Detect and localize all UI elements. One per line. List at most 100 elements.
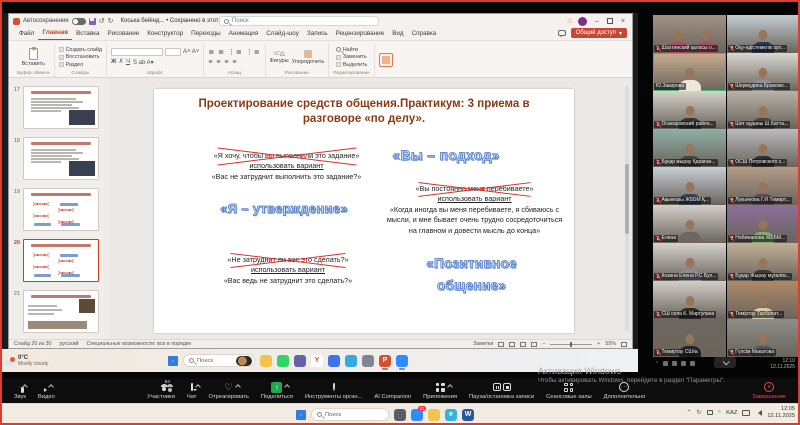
select-button[interactable]: Выделить bbox=[336, 62, 367, 68]
redo-icon[interactable]: ↻ bbox=[108, 18, 114, 25]
taskbar-app-icon[interactable]: P bbox=[379, 355, 391, 367]
taskbar-app-icon[interactable] bbox=[362, 355, 374, 367]
participant-tile[interactable]: Бұқар Жырау мұғалім... bbox=[727, 243, 800, 281]
accessibility-status[interactable]: Специальные возможности: все в порядке bbox=[87, 341, 192, 347]
collapse-gallery-button[interactable] bbox=[714, 357, 736, 368]
taskbar-app-icon[interactable] bbox=[277, 355, 289, 367]
participant-tile[interactable]: Осакаровский район... bbox=[653, 91, 726, 129]
font-grow-shrink-icons[interactable]: A˄ A˅ bbox=[183, 49, 199, 55]
taskbar-app-icon[interactable] bbox=[396, 355, 408, 367]
reading-view-icon[interactable] bbox=[520, 342, 526, 347]
zoom-people-button[interactable]: 64Участники bbox=[141, 378, 181, 403]
start-button[interactable] bbox=[168, 356, 178, 366]
autosave-toggle[interactable] bbox=[72, 18, 86, 25]
zoom-apps-button[interactable]: Приложения bbox=[417, 378, 463, 403]
tab-Анимация[interactable]: Анимация bbox=[225, 28, 263, 40]
account-avatar[interactable] bbox=[578, 17, 587, 26]
language-indicator[interactable]: русский bbox=[60, 341, 79, 347]
taskbar-search[interactable]: Поиск bbox=[311, 408, 389, 421]
replace-button[interactable]: Заменить bbox=[336, 54, 367, 60]
start-button[interactable] bbox=[296, 410, 306, 420]
zoom-ai-button[interactable]: AI Companion bbox=[368, 378, 417, 403]
participant-tile[interactable]: ОСШ Петровского с... bbox=[727, 129, 800, 167]
tray-icon[interactable] bbox=[663, 361, 668, 366]
font-size-select[interactable] bbox=[165, 48, 181, 56]
participant-tile[interactable]: Нәбижанова ЖББМ... bbox=[727, 205, 800, 243]
sync-icon[interactable]: ↻ bbox=[696, 409, 701, 416]
chevron-up-icon[interactable] bbox=[285, 384, 291, 390]
participant-tile[interactable]: Теміртау Тасболат... bbox=[727, 281, 800, 319]
tab-Конструктор[interactable]: Конструктор bbox=[143, 28, 187, 40]
participant-tile[interactable]: Шахтинский қаласы о... bbox=[653, 15, 726, 53]
zoom-rec-button[interactable]: Пауза/остановка записи bbox=[463, 378, 540, 403]
participant-tile[interactable]: Ақынғазы ЖББМ Қ... bbox=[653, 167, 726, 205]
taskbar-app-icon[interactable]: Y bbox=[311, 355, 323, 367]
taskbar-app-icon[interactable]: e bbox=[445, 409, 457, 421]
designer-icon[interactable] bbox=[379, 53, 393, 67]
font-style-buttons[interactable]: Ж К Ч S ab A▾ bbox=[111, 59, 199, 66]
search-input[interactable]: Поиск bbox=[219, 16, 379, 26]
participant-tile[interactable]: Шет ауданы Ш.Батта... bbox=[727, 91, 800, 129]
tab-Вставка[interactable]: Вставка bbox=[72, 28, 103, 40]
taskbar-search[interactable]: Поиск bbox=[183, 354, 255, 367]
zoom-react-button[interactable]: ♡Отреагировать bbox=[202, 378, 254, 403]
slide-thumbnail-20[interactable]: 20 bbox=[11, 239, 105, 282]
slide-sorter-icon[interactable] bbox=[509, 342, 515, 347]
comments-icon[interactable] bbox=[558, 30, 566, 36]
taskbar-app-icon[interactable]: W bbox=[462, 409, 474, 421]
slide-thumbnail-17[interactable]: 17 bbox=[11, 86, 105, 129]
participant-tile[interactable]: Козина Елена Р.С Бух... bbox=[653, 243, 726, 281]
taskbar-app-icon[interactable] bbox=[328, 355, 340, 367]
zoom-out-button[interactable]: – bbox=[542, 341, 545, 347]
tab-Главная[interactable]: Главная bbox=[38, 27, 72, 40]
shapes-button[interactable]: ○□△ Фигуры bbox=[270, 50, 289, 64]
tab-Переходы[interactable]: Переходы bbox=[187, 28, 225, 40]
viewer-clock[interactable]: 12:05 12.11.2025 bbox=[767, 406, 795, 420]
zoom-cam-button[interactable]: Видео bbox=[32, 378, 61, 403]
participant-tile[interactable]: Лукьянова Г.И Темирт... bbox=[727, 167, 800, 205]
zoom-chat-button[interactable]: Чат bbox=[181, 378, 203, 403]
fit-slide-icon[interactable] bbox=[621, 342, 627, 347]
tab-Рисование[interactable]: Рисование bbox=[104, 28, 144, 40]
font-name-select[interactable] bbox=[111, 48, 163, 56]
arrange-button[interactable]: Упорядочить bbox=[292, 50, 325, 65]
list-buttons[interactable]: ≣ ≣ ⋮≣ ⋮≣ bbox=[208, 48, 260, 56]
participant-tile[interactable]: Бұқар жырау Қараған... bbox=[653, 129, 726, 167]
tab-Вид[interactable]: Вид bbox=[388, 28, 407, 40]
slide-thumbnail-21[interactable]: 21 bbox=[11, 290, 105, 333]
keyboard-language[interactable]: KAZ bbox=[726, 410, 737, 416]
slideshow-icon[interactable] bbox=[531, 342, 537, 347]
share-access-button[interactable]: Общий доступ▾ bbox=[571, 28, 627, 38]
camera-tray-icon[interactable] bbox=[707, 410, 713, 415]
display-tray-icon[interactable] bbox=[742, 410, 750, 416]
align-buttons[interactable]: ≡ ≡ ≡ ≡ bbox=[208, 59, 260, 66]
restore-button-ribbon[interactable]: Восстановить bbox=[59, 54, 102, 60]
zoom-rooms-button[interactable]: Сеансовые залы bbox=[540, 378, 598, 403]
taskbar-app-icon[interactable] bbox=[428, 409, 440, 421]
slide-thumbnail-19[interactable]: 19 bbox=[11, 188, 105, 231]
hidden-icons-chevron[interactable]: ⌃ bbox=[686, 409, 691, 416]
tray-icon[interactable] bbox=[672, 361, 677, 366]
chevron-up-icon[interactable] bbox=[49, 384, 55, 390]
weather-widget[interactable]: 0°C Mostly cloudy bbox=[0, 355, 70, 367]
find-button[interactable]: Найти bbox=[336, 47, 367, 53]
participant-tile[interactable]: Гүлсім Макатова bbox=[727, 319, 800, 357]
undo-icon[interactable]: ↺ bbox=[99, 18, 105, 25]
zoom-end-button[interactable]: ×Завершение bbox=[746, 378, 792, 403]
zoom-share-button[interactable]: ↑Поделиться bbox=[255, 378, 299, 403]
new-slide-button[interactable]: Создать слайд bbox=[59, 47, 102, 53]
taskbar-app-icon[interactable] bbox=[260, 355, 272, 367]
participant-tile[interactable]: Елена bbox=[653, 205, 726, 243]
zoom-in-button[interactable]: + bbox=[597, 341, 600, 347]
notes-button[interactable]: Заметки bbox=[473, 341, 493, 347]
tray-chevron-icon[interactable]: ⌃ bbox=[655, 361, 659, 367]
taskbar-app-icon[interactable]: 21 bbox=[411, 409, 423, 421]
paste-button[interactable]: Вставить bbox=[22, 48, 45, 67]
taskbar-app-icon[interactable] bbox=[394, 409, 406, 421]
tab-Слайд-шоу[interactable]: Слайд-шоу bbox=[262, 28, 303, 40]
zoom-slider[interactable] bbox=[550, 344, 592, 345]
zoom-percent[interactable]: 55% bbox=[605, 341, 616, 347]
slide-thumbnail-panel[interactable]: 1718192021 bbox=[9, 78, 109, 339]
minimize-button[interactable]: – bbox=[592, 18, 602, 25]
close-button[interactable]: × bbox=[618, 18, 628, 25]
